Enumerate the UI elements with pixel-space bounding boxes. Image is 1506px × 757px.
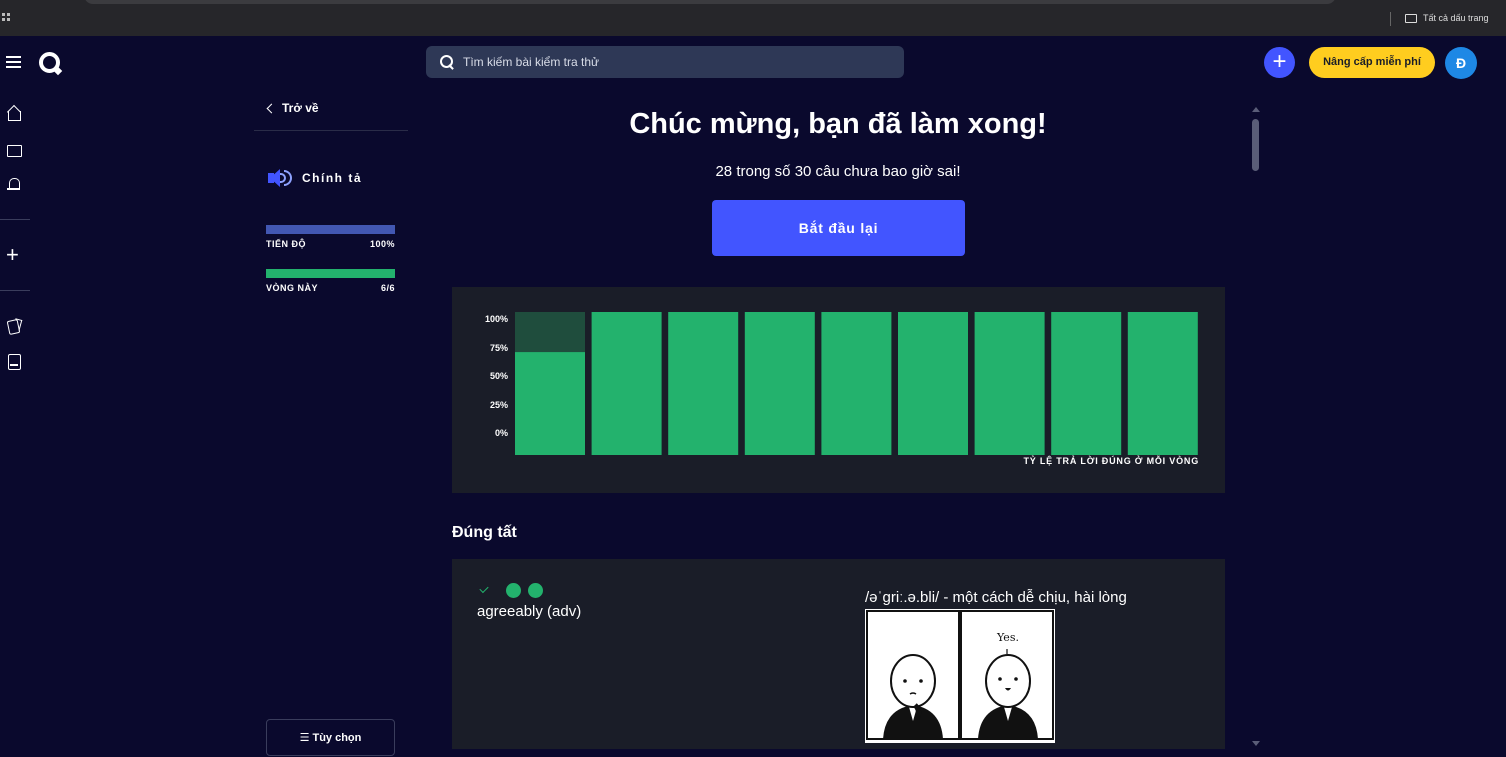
round-label-row: VÒNG NÀY 6/6 <box>266 283 395 293</box>
term-word: agreeably (adv) <box>477 603 582 620</box>
bar-correct-round-1 <box>515 352 585 455</box>
top-bar: + Nâng cấp miễn phí Đ <box>0 36 1506 90</box>
quizlet-logo[interactable] <box>39 52 60 73</box>
result-summary: 28 trong số 30 câu chưa bao giờ sai! <box>715 163 961 180</box>
bar-correct-round-5 <box>821 312 892 455</box>
speaker-icon <box>266 168 293 188</box>
bar-correct-round-2 <box>591 312 662 455</box>
bar-correct-round-9 <box>1127 312 1198 455</box>
rail-divider <box>0 290 30 291</box>
y-tick-label: 0% <box>495 428 508 438</box>
round-value: 6/6 <box>380 283 395 293</box>
library-folder-icon[interactable] <box>6 142 22 158</box>
round-accuracy-chart: 100% 75% 50% 25% 0% TỶ LỆ TRẢ LỜI ĐÚNG Ở MỖI… <box>452 287 1225 493</box>
apps-grid-icon[interactable] <box>2 13 12 23</box>
round-progress-bar <box>266 269 395 278</box>
round-bar-fill <box>266 269 395 278</box>
chevron-left-icon <box>266 103 277 113</box>
sidebar-divider <box>254 130 408 131</box>
all-bookmarks-label: Tất cả dấu trang <box>1423 13 1489 23</box>
progress-value: 100% <box>369 239 395 249</box>
correct-dot <box>528 583 543 598</box>
y-tick-label: 75% <box>490 343 508 353</box>
menu-icon[interactable] <box>6 56 21 68</box>
study-mode-selector[interactable]: Chính tả <box>266 168 362 188</box>
rail-divider <box>0 219 30 220</box>
add-icon[interactable]: + <box>6 244 22 266</box>
folder-icon <box>1405 13 1417 23</box>
avatar[interactable]: Đ <box>1445 47 1477 79</box>
home-icon[interactable] <box>6 106 22 122</box>
bar-correct-round-7 <box>974 312 1045 455</box>
study-mode-label: Chính tả <box>302 171 362 185</box>
page-title: Chúc mừng, bạn đã làm xong! <box>629 108 1047 140</box>
progress-bar <box>266 225 395 234</box>
bar-incorrect-round-1 <box>515 312 585 353</box>
restart-button[interactable]: Bắt đầu lại <box>712 200 965 256</box>
term-definition: /əˈɡriː.ə.bli/ - một cách dễ chịu, hài l… <box>865 589 1127 606</box>
options-label: Tùy chọn <box>312 731 362 744</box>
comic-illustration: Yes. <box>866 610 1054 740</box>
notifications-bell-icon[interactable] <box>6 176 22 192</box>
sliders-icon: ☰ <box>299 732 310 744</box>
chart-x-label: TỶ LỆ TRẢ LỜI ĐÚNG Ở MỖI VÒNG <box>1023 456 1199 466</box>
progress-label: TIẾN ĐỘ <box>266 239 307 249</box>
browser-bookmarks-bar: Tất cả dấu trang <box>0 0 1506 36</box>
comic-caption: Yes. <box>996 631 1019 644</box>
scroll-up-arrow[interactable] <box>1252 107 1260 112</box>
scroll-down-arrow[interactable] <box>1252 741 1260 746</box>
search-input[interactable] <box>463 55 863 69</box>
check-icon <box>479 583 489 594</box>
y-tick-label: 50% <box>490 371 508 381</box>
bar-correct-round-8 <box>1051 312 1122 455</box>
flashcards-icon[interactable] <box>6 318 22 334</box>
bar-correct-round-4 <box>744 312 815 455</box>
study-guides-book-icon[interactable] <box>6 353 22 370</box>
back-button[interactable]: Trở về <box>266 101 319 115</box>
term-card: agreeably (adv) /əˈɡriː.ə.bli/ - một các… <box>452 559 1225 749</box>
address-bar[interactable] <box>84 0 1336 4</box>
scrollbar-thumb[interactable] <box>1252 119 1259 171</box>
create-button[interactable]: + <box>1264 47 1295 78</box>
bar-correct-round-3 <box>668 312 739 455</box>
section-title: Đúng tất <box>452 524 517 541</box>
term-image: Yes. <box>865 609 1055 743</box>
progress-label-row: TIẾN ĐỘ 100% <box>266 239 395 249</box>
back-label: Trở về <box>282 101 319 115</box>
search-icon <box>440 55 454 69</box>
progress-bar-fill <box>266 225 395 234</box>
bookmark-separator <box>1390 12 1391 26</box>
y-tick-label: 100% <box>485 314 508 324</box>
options-button[interactable]: ☰ Tùy chọn <box>266 719 395 756</box>
round-label: VÒNG NÀY <box>266 283 319 293</box>
y-tick-label: 25% <box>490 400 508 410</box>
search-bar[interactable] <box>426 46 904 78</box>
upgrade-button[interactable]: Nâng cấp miễn phí <box>1309 47 1435 78</box>
correct-dot <box>506 583 521 598</box>
all-bookmarks-button[interactable]: Tất cả dấu trang <box>1405 13 1489 23</box>
bar-correct-round-6 <box>898 312 968 455</box>
